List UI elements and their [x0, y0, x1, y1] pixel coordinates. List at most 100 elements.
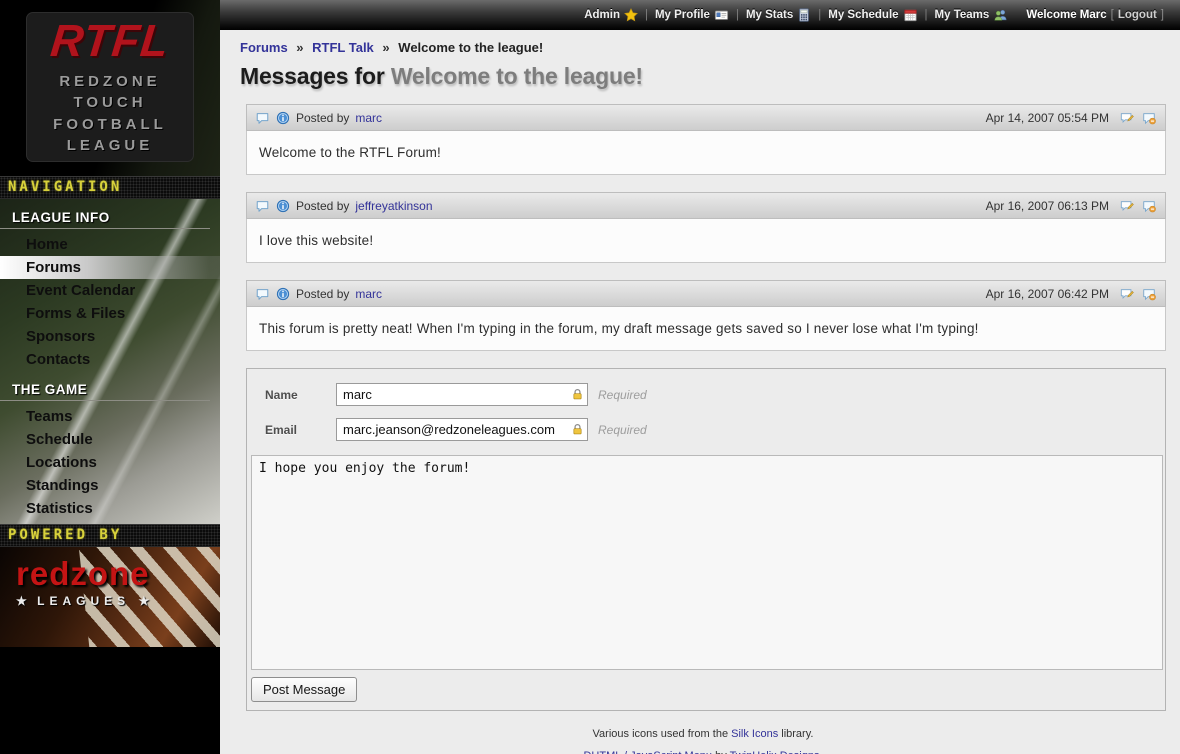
post-header: Posted by marc Apr 16, 2007 06:42 PM [246, 280, 1166, 307]
information-icon[interactable] [276, 199, 290, 213]
icons-credit-text: Various icons used from the [593, 728, 732, 740]
redzone-logo-subtext: ★ LEAGUES ★ [16, 594, 220, 608]
logout-bracket: ] [1161, 9, 1164, 21]
topbar-item-my-profile[interactable]: My Profile [655, 8, 729, 22]
breadcrumb-current: Welcome to the league! [398, 40, 543, 55]
information-icon[interactable] [276, 111, 290, 125]
sidebar-item-locations[interactable]: Locations [0, 451, 220, 474]
sidebar-item-forums[interactable]: Forums [0, 256, 220, 279]
league-logo-acronym: RTFL [49, 18, 172, 63]
league-logo-line: FOOTBALL [53, 114, 167, 135]
dhtml-menu-link[interactable]: DHTML / JavaScript Menu [583, 750, 712, 754]
post-message-form: Name Required Email Required I hope you … [246, 368, 1166, 711]
post-body: I love this website! [246, 219, 1166, 263]
silk-icons-link[interactable]: Silk Icons [731, 728, 778, 740]
post-date: Apr 16, 2007 06:13 PM [986, 199, 1109, 213]
post-date: Apr 16, 2007 06:42 PM [986, 287, 1109, 301]
comment-edit-icon[interactable] [1119, 287, 1135, 301]
league-logo-line: TOUCH [73, 92, 146, 113]
navigation-header: NAVIGATION [0, 176, 220, 199]
post-body: Welcome to the RTFL Forum! [246, 131, 1166, 175]
sidebar-item-home[interactable]: Home [0, 233, 220, 256]
calculator-icon [797, 8, 811, 22]
posted-by-label: Posted by [296, 111, 349, 125]
nav-section-league-info: LEAGUE INFO [0, 199, 210, 229]
required-hint: Required [598, 388, 647, 402]
posted-by-label: Posted by [296, 199, 349, 213]
page-footer: Various icons used from the Silk Icons l… [240, 728, 1166, 754]
comment-edit-icon[interactable] [1119, 199, 1135, 213]
topbar-separator: | [818, 9, 821, 21]
league-logo[interactable]: RTFL REDZONE TOUCH FOOTBALL LEAGUE [26, 12, 194, 162]
forum-post: Posted by marc Apr 16, 2007 06:42 PM Thi… [246, 280, 1166, 351]
comment-delete-icon[interactable] [1141, 287, 1157, 301]
required-hint: Required [598, 423, 647, 437]
sidebar-item-sponsors[interactable]: Sponsors [0, 325, 220, 348]
league-logo-line: REDZONE [59, 71, 160, 92]
lock-icon [571, 388, 584, 401]
calendar-icon [903, 8, 918, 22]
logout-bracket: [ [1111, 9, 1114, 21]
comment-icon [255, 199, 270, 213]
breadcrumb-link-forums[interactable]: Forums [240, 40, 288, 55]
post-author-link[interactable]: marc [355, 287, 382, 301]
welcome-user-text: Welcome Marc [1026, 9, 1106, 21]
topbar: Admin | My Profile | My Stats | My Sched… [220, 0, 1180, 30]
breadcrumb-separator: » [296, 40, 303, 55]
league-logo-area: RTFL REDZONE TOUCH FOOTBALL LEAGUE [0, 0, 220, 176]
post-body: This forum is pretty neat! When I'm typi… [246, 307, 1166, 351]
sidebar-item-schedule[interactable]: Schedule [0, 428, 220, 451]
page-title-topic: Welcome to the league! [391, 63, 643, 89]
post-header: Posted by jeffreyatkinson Apr 16, 2007 0… [246, 192, 1166, 219]
nav-section-the-game: THE GAME [0, 371, 210, 401]
topbar-item-my-stats[interactable]: My Stats [746, 8, 811, 22]
comment-delete-icon[interactable] [1141, 111, 1157, 125]
group-icon [993, 8, 1008, 22]
comment-edit-icon[interactable] [1119, 111, 1135, 125]
star-icon: ★ [138, 594, 151, 608]
powered-by-header: POWERED BY [0, 524, 220, 547]
redzone-leagues-logo[interactable]: redzone ★ LEAGUES ★ [0, 547, 220, 647]
topbar-item-admin[interactable]: Admin [584, 8, 638, 22]
sidebar-item-forms-files[interactable]: Forms & Files [0, 302, 220, 325]
star-icon [624, 8, 638, 22]
post-date: Apr 14, 2007 05:54 PM [986, 111, 1109, 125]
sidebar-item-event-calendar[interactable]: Event Calendar [0, 279, 220, 302]
forum-post: Posted by jeffreyatkinson Apr 16, 2007 0… [246, 192, 1166, 263]
post-author-link[interactable]: marc [355, 111, 382, 125]
sidebar-filler [0, 647, 220, 754]
information-icon[interactable] [276, 287, 290, 301]
lock-icon [571, 423, 584, 436]
name-field[interactable] [336, 383, 588, 406]
star-icon: ★ [16, 594, 29, 608]
comment-icon [255, 287, 270, 301]
topbar-separator: | [736, 9, 739, 21]
sidebar-item-statistics[interactable]: Statistics [0, 497, 220, 520]
sidebar: RTFL REDZONE TOUCH FOOTBALL LEAGUE NAVIG… [0, 0, 220, 754]
sidebar-item-contacts[interactable]: Contacts [0, 348, 220, 371]
topbar-separator: | [925, 9, 928, 21]
comment-delete-icon[interactable] [1141, 199, 1157, 213]
message-textarea[interactable]: I hope you enjoy the forum! [251, 455, 1163, 670]
page-title: Messages for Welcome to the league! [240, 63, 1166, 90]
post-message-button[interactable]: Post Message [251, 677, 357, 702]
email-field[interactable] [336, 418, 588, 441]
logout-link[interactable]: Logout [1118, 9, 1157, 21]
twinhelix-link[interactable]: TwinHelix Designs [730, 750, 820, 754]
forum-post: Posted by marc Apr 14, 2007 05:54 PM Wel… [246, 104, 1166, 175]
topbar-item-my-schedule[interactable]: My Schedule [828, 8, 917, 22]
comment-icon [255, 111, 270, 125]
topbar-separator: | [645, 9, 648, 21]
sidebar-item-teams[interactable]: Teams [0, 405, 220, 428]
breadcrumb: Forums » RTFL Talk » Welcome to the leag… [240, 40, 1166, 55]
sidebar-item-standings[interactable]: Standings [0, 474, 220, 497]
post-header: Posted by marc Apr 14, 2007 05:54 PM [246, 104, 1166, 131]
redzone-logo-text: redzone [16, 557, 220, 590]
name-label: Name [265, 388, 336, 402]
main-content: Forums » RTFL Talk » Welcome to the leag… [220, 30, 1180, 754]
breadcrumb-link-rtfl-talk[interactable]: RTFL Talk [312, 40, 374, 55]
breadcrumb-separator: » [382, 40, 389, 55]
topbar-item-my-teams[interactable]: My Teams [935, 8, 1009, 22]
post-author-link[interactable]: jeffreyatkinson [355, 199, 432, 213]
email-label: Email [265, 423, 336, 437]
